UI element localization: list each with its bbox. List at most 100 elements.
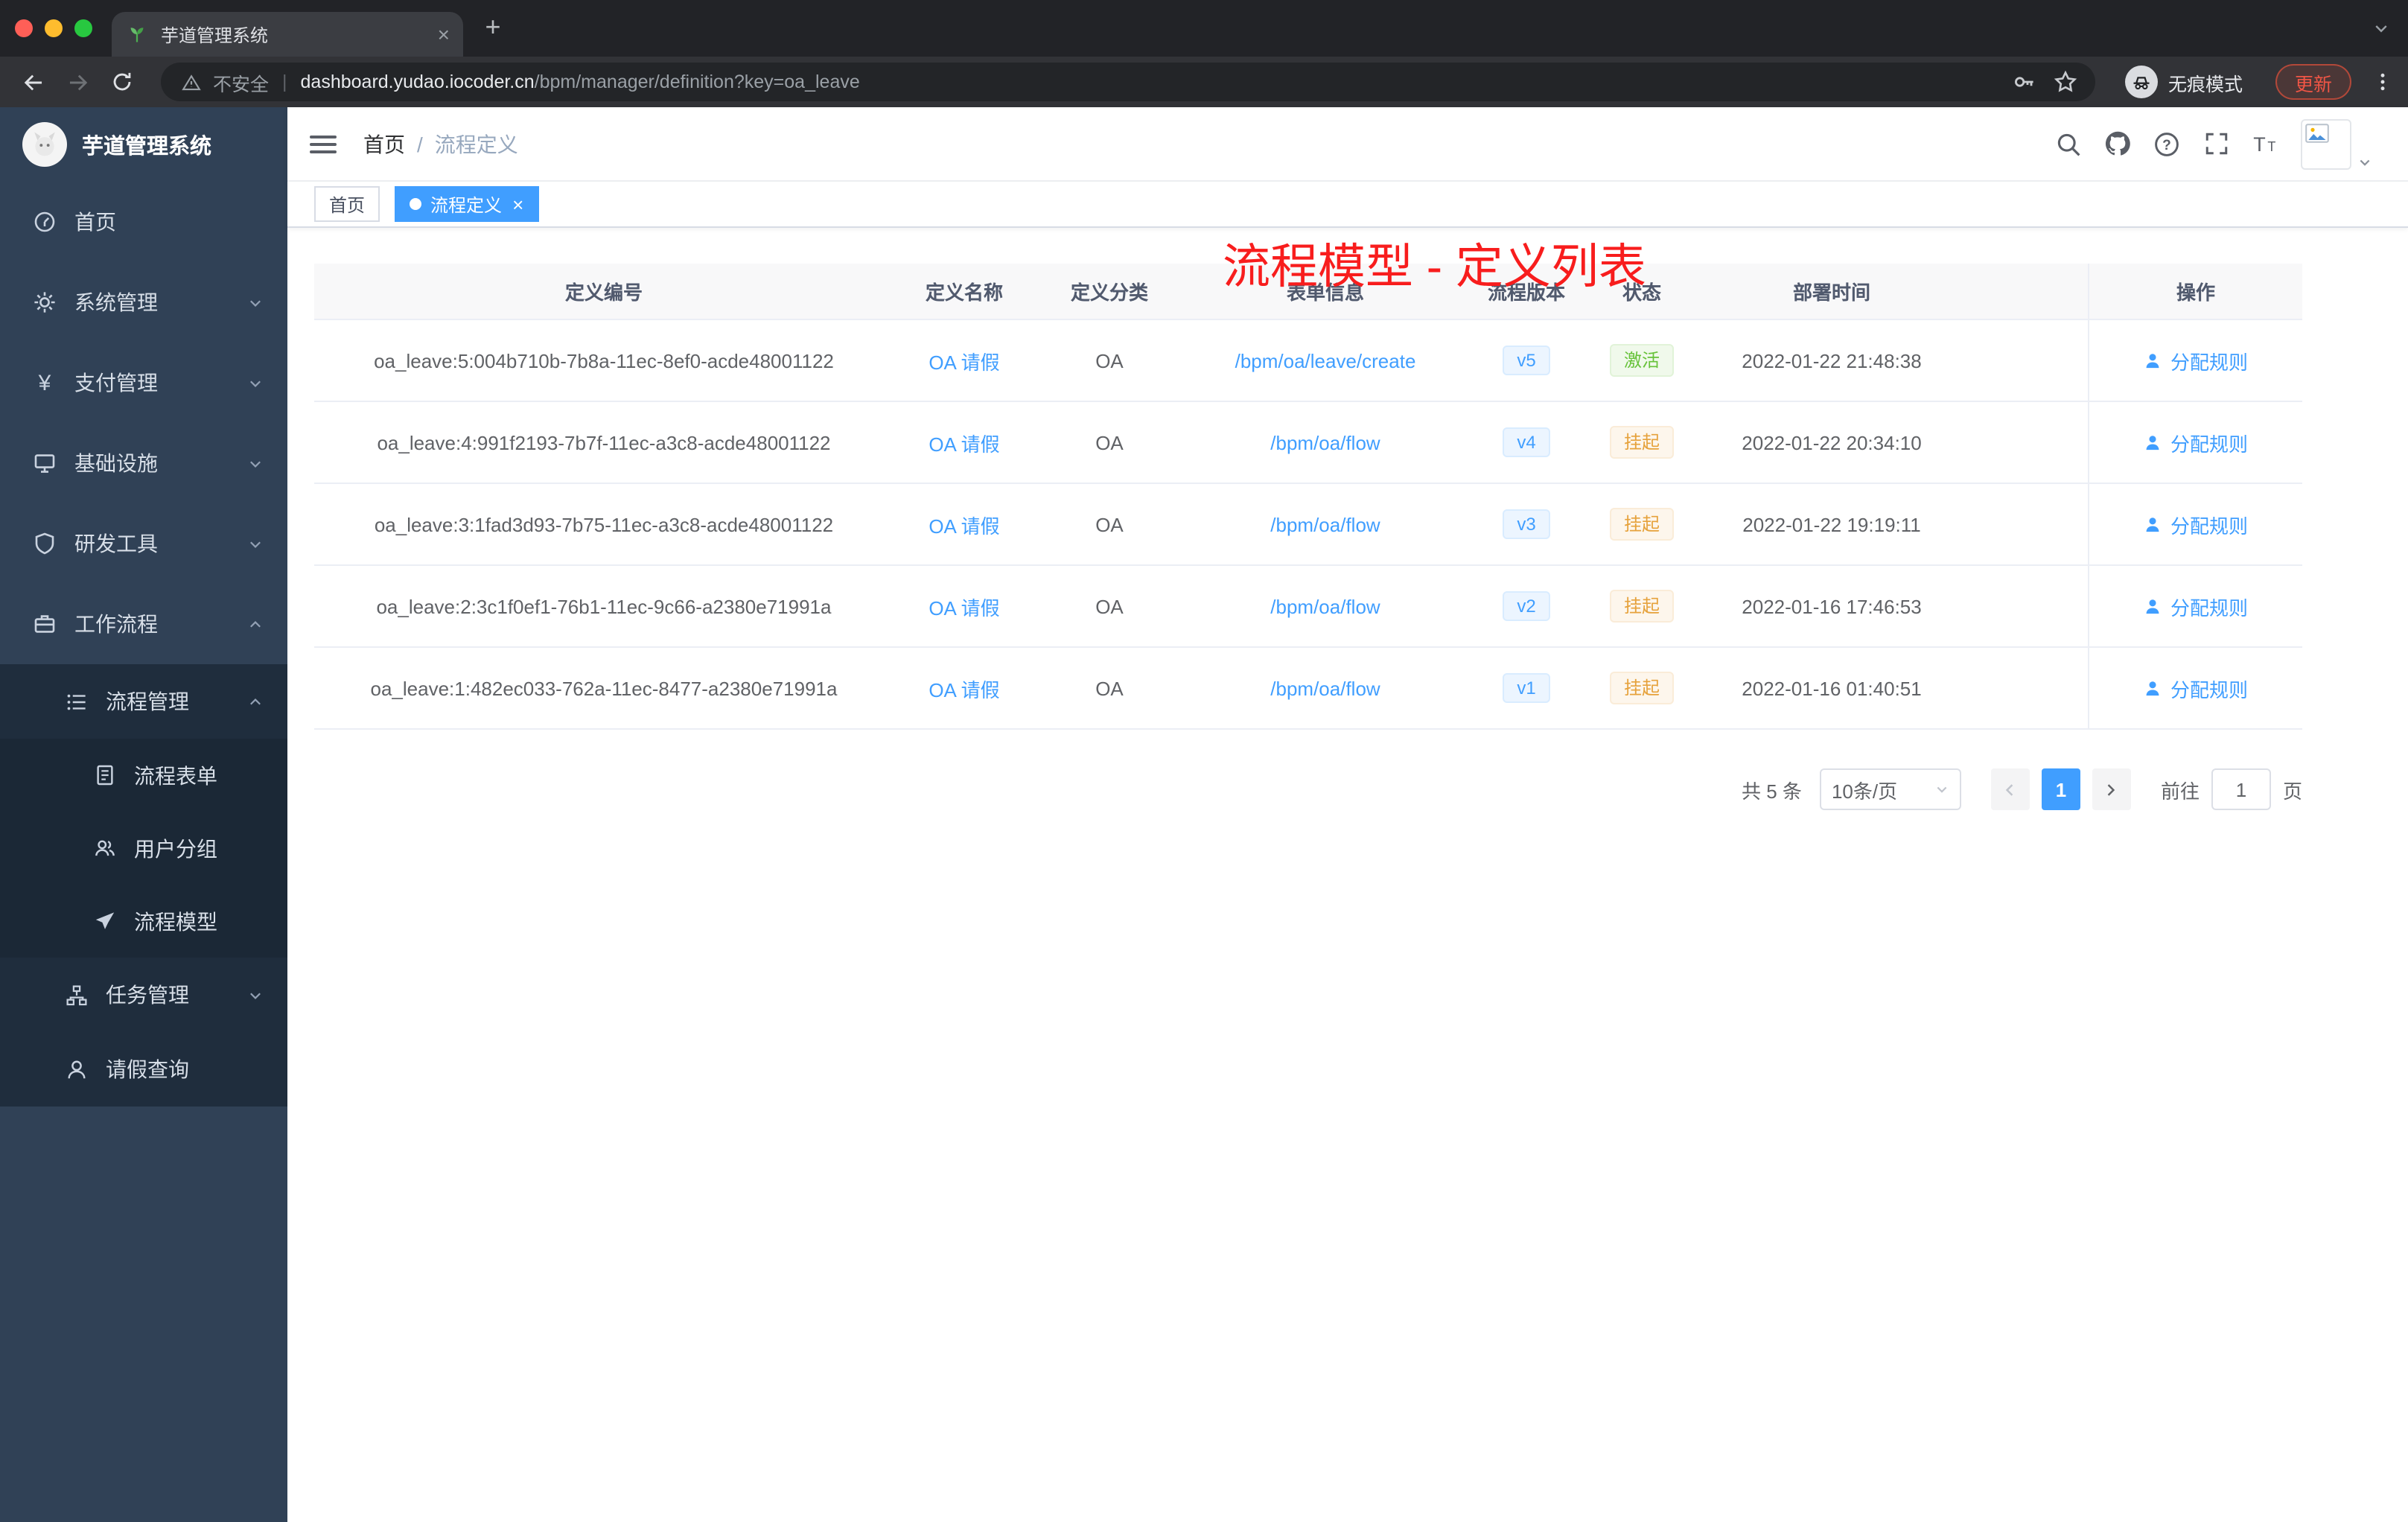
- definition-table: 定义编号 定义名称 定义分类 表单信息 流程版本 状态 部署时间 操作 oa_l…: [314, 264, 2302, 730]
- version-tag: v5: [1502, 346, 1551, 375]
- form-link[interactable]: /bpm/oa/flow: [1270, 513, 1380, 535]
- sidebar-toggle-icon[interactable]: [310, 129, 340, 159]
- assign-rule-button[interactable]: 分配规则: [2144, 592, 2248, 620]
- sidebar-item-process-form[interactable]: 流程表单: [0, 739, 287, 812]
- tags-view-bar: 首页 流程定义 ×: [287, 182, 2408, 228]
- sidebar-item-process-model[interactable]: 流程模型: [0, 885, 287, 958]
- sidebar-logo[interactable]: 芋道管理系统: [0, 107, 287, 182]
- assign-rule-button[interactable]: 分配规则: [2144, 346, 2248, 375]
- chrome-update-button[interactable]: 更新: [2275, 64, 2351, 100]
- table-row: oa_leave:1:482ec033-762a-11ec-8477-a2380…: [314, 648, 2302, 730]
- sidebar-item-dev-tools[interactable]: 研发工具: [0, 503, 287, 584]
- breadcrumb: 首页 / 流程定义: [363, 129, 518, 159]
- user-avatar-menu[interactable]: [2301, 118, 2372, 169]
- breadcrumb-home[interactable]: 首页: [363, 129, 405, 159]
- tag-close-icon[interactable]: ×: [512, 194, 523, 214]
- sidebar-item-process-management[interactable]: 流程管理: [0, 664, 287, 739]
- assign-rule-button[interactable]: 分配规则: [2144, 510, 2248, 538]
- traffic-lights: [15, 19, 92, 37]
- github-icon[interactable]: [2104, 130, 2131, 157]
- password-key-icon[interactable]: [2012, 70, 2036, 94]
- form-link[interactable]: /bpm/oa/flow: [1270, 431, 1380, 453]
- help-icon[interactable]: ?: [2153, 130, 2180, 157]
- col-deploy-time: 部署时间: [1792, 281, 1870, 304]
- zoom-window-button[interactable]: [74, 19, 92, 37]
- next-page-button[interactable]: [2092, 768, 2131, 810]
- cell-definition-id: oa_leave:1:482ec033-762a-11ec-8477-a2380…: [370, 677, 838, 699]
- status-badge: 挂起: [1610, 508, 1673, 541]
- content-area: 定义编号 定义名称 定义分类 表单信息 流程版本 状态 部署时间 操作 oa_l…: [287, 228, 2408, 810]
- chevron-up-icon: [247, 693, 264, 710]
- browser-menu-icon[interactable]: [2372, 70, 2393, 94]
- definition-name-link[interactable]: OA 请假: [929, 346, 999, 375]
- sidebar-item-label: 流程表单: [134, 763, 217, 787]
- page-size-select[interactable]: 10条/页: [1819, 768, 1961, 810]
- sidebar-item-system-management[interactable]: 系统管理: [0, 262, 287, 343]
- not-secure-warning-icon[interactable]: [179, 70, 203, 94]
- sidebar-item-user-group[interactable]: 用户分组: [0, 812, 287, 885]
- search-icon[interactable]: [2055, 130, 2082, 157]
- breadcrumb-separator: /: [417, 132, 423, 156]
- prev-page-button[interactable]: [1990, 768, 2030, 810]
- col-definition-id: 定义编号: [564, 281, 643, 304]
- address-bar[interactable]: 不安全 | dashboard.yudao.iocoder.cn/bpm/man…: [161, 63, 2095, 101]
- definition-name-link[interactable]: OA 请假: [929, 428, 999, 456]
- page-unit-label: 页: [2282, 780, 2302, 802]
- col-definition-name: 定义名称: [925, 281, 1003, 304]
- cell-deploy-time: 2022-01-22 21:48:38: [1742, 349, 1922, 372]
- assign-rule-label: 分配规则: [2170, 351, 2248, 373]
- tab-close-icon[interactable]: ×: [438, 24, 450, 45]
- sidebar-item-label: 任务管理: [106, 983, 189, 1007]
- pagination: 共 5 条 10条/页 1 前往 页: [314, 768, 2302, 810]
- breadcrumb-current: 流程定义: [434, 132, 518, 156]
- main-panel: 流程模型 - 定义列表 首页 / 流程定义 ? TT 首页 流程定义 × 定义编…: [287, 107, 2408, 1522]
- form-link[interactable]: /bpm/oa/leave/create: [1235, 349, 1416, 372]
- tag-home[interactable]: 首页: [314, 186, 380, 222]
- sidebar-item-task-management[interactable]: 任务管理: [0, 958, 287, 1032]
- sidebar-item-workflow[interactable]: 工作流程: [0, 584, 287, 664]
- definition-name-link[interactable]: OA 请假: [929, 510, 999, 538]
- goto-page-input[interactable]: [2211, 768, 2271, 810]
- incognito-label: 无痕模式: [2167, 74, 2243, 95]
- page-number-button[interactable]: 1: [2041, 768, 2080, 810]
- form-link[interactable]: /bpm/oa/flow: [1270, 677, 1380, 699]
- forward-icon[interactable]: [60, 64, 95, 100]
- status-badge: 激活: [1610, 344, 1673, 377]
- minimize-window-button[interactable]: [45, 19, 63, 37]
- bookmark-star-icon[interactable]: [2054, 70, 2077, 94]
- security-label[interactable]: 不安全: [213, 68, 269, 96]
- page-size-value: 10条/页: [1831, 780, 1898, 802]
- sidebar-item-label: 首页: [74, 210, 116, 234]
- tag-process-definition[interactable]: 流程定义 ×: [395, 186, 539, 222]
- tab-title: 芋道管理系统: [161, 25, 269, 45]
- sidebar-item-payment-management[interactable]: ¥ 支付管理: [0, 343, 287, 423]
- sidebar-item-leave-query[interactable]: 请假查询: [0, 1032, 287, 1107]
- tab-search-chevron-icon[interactable]: [2372, 19, 2390, 37]
- definition-name-link[interactable]: OA 请假: [929, 674, 999, 702]
- assign-rule-button[interactable]: 分配规则: [2144, 428, 2248, 456]
- incognito-indicator: 无痕模式: [2124, 66, 2243, 98]
- cell-deploy-time: 2022-01-22 20:34:10: [1742, 431, 1922, 453]
- assign-rule-label: 分配规则: [2170, 596, 2248, 619]
- definition-name-link[interactable]: OA 请假: [929, 592, 999, 620]
- header-actions: ? TT: [2055, 118, 2372, 169]
- sidebar-item-home[interactable]: 首页: [0, 182, 287, 262]
- cell-category: OA: [1095, 431, 1124, 453]
- font-size-icon[interactable]: TT: [2252, 130, 2278, 157]
- new-tab-button[interactable]: +: [478, 13, 508, 40]
- tag-label: 首页: [329, 194, 366, 215]
- close-window-button[interactable]: [15, 19, 33, 37]
- reload-icon[interactable]: [104, 64, 140, 100]
- omnibox-actions: [2012, 70, 2077, 94]
- sidebar-item-label: 支付管理: [74, 371, 158, 395]
- browser-toolbar: 不安全 | dashboard.yudao.iocoder.cn/bpm/man…: [0, 57, 2408, 107]
- version-tag: v1: [1502, 673, 1551, 703]
- browser-tab[interactable]: 芋道管理系统 ×: [112, 12, 463, 57]
- sidebar-item-infrastructure[interactable]: 基础设施: [0, 423, 287, 503]
- assign-rule-button[interactable]: 分配规则: [2144, 674, 2248, 702]
- yen-icon: ¥: [38, 370, 51, 395]
- app-shell: 芋道管理系统 首页 系统管理 ¥ 支付管理 基础设施 研发工具 工作流程 流程管…: [0, 107, 2408, 1522]
- back-icon[interactable]: [15, 64, 51, 100]
- fullscreen-icon[interactable]: [2202, 130, 2229, 157]
- form-link[interactable]: /bpm/oa/flow: [1270, 595, 1380, 617]
